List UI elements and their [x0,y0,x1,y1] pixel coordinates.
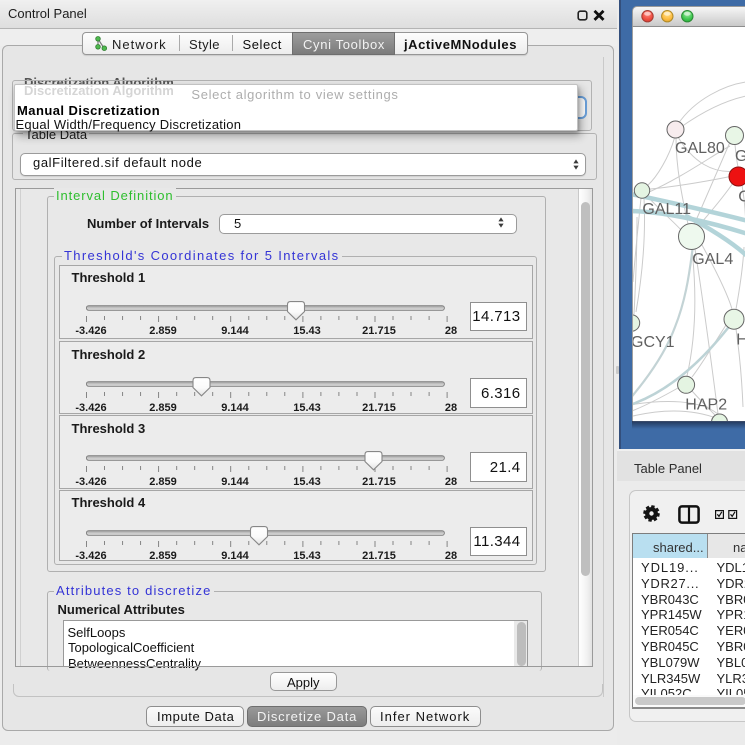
svg-text:GAL11: GAL11 [642,200,691,217]
svg-text:C: C [738,188,745,205]
svg-text:GCY1: GCY1 [633,333,675,350]
svg-text:GAL80: GAL80 [675,140,725,157]
svg-text:GA: GA [735,148,745,165]
svg-text:HAP2: HAP2 [685,396,727,413]
svg-text:HI: HI [736,331,745,348]
svg-text:GAL4: GAL4 [692,251,733,268]
